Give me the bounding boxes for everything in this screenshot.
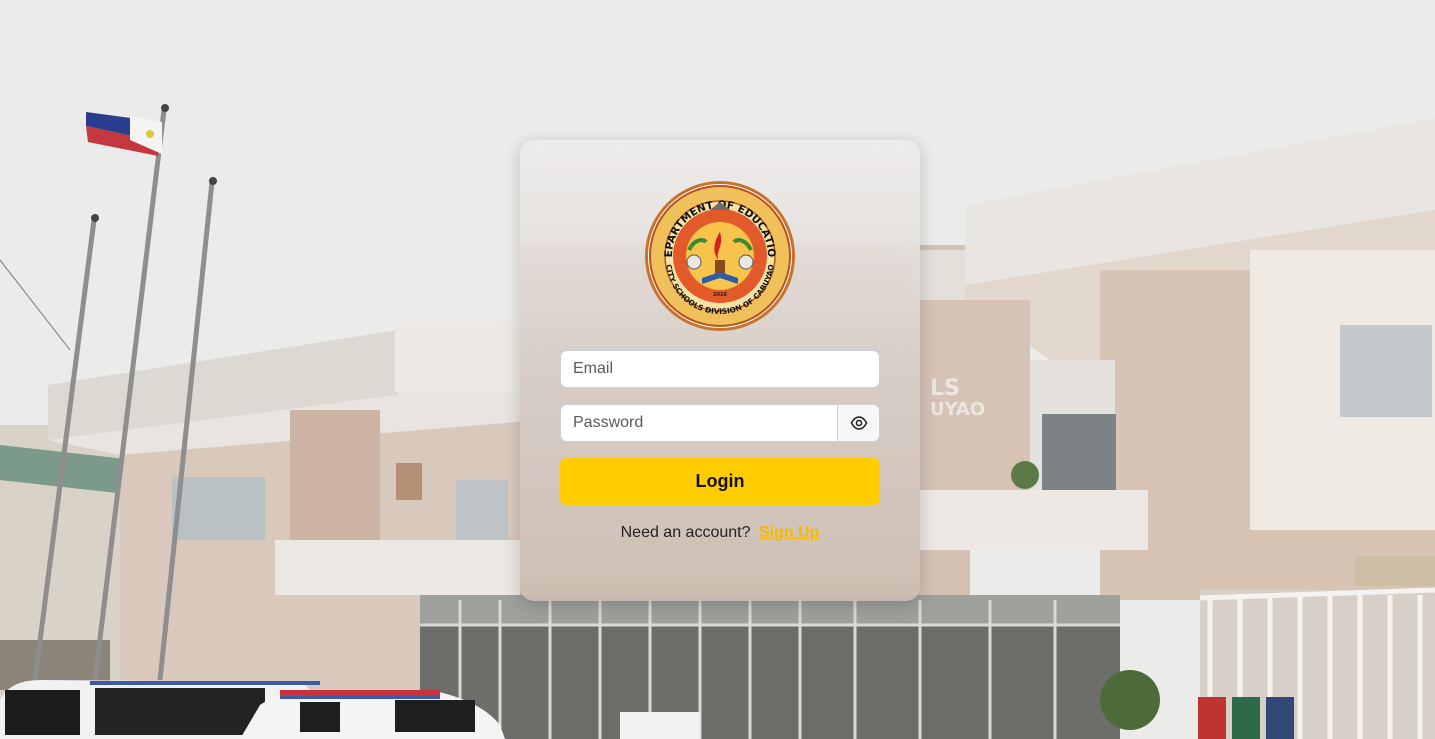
password-input[interactable] — [561, 405, 839, 441]
seal-year: 2016 — [713, 292, 727, 298]
signup-link[interactable]: Sign Up — [759, 524, 819, 541]
signup-prompt: Need an account? — [620, 524, 751, 541]
eye-icon — [850, 416, 867, 430]
signup-row: Need an account? Sign Up — [520, 524, 920, 542]
svg-text:LS: LS — [930, 376, 960, 401]
login-card: DEPARTMENT OF EDUCATION CITY SCHOOLS DIV… — [520, 140, 920, 601]
svg-text:UYAO: UYAO — [930, 399, 985, 420]
deped-seal-logo: DEPARTMENT OF EDUCATION CITY SCHOOLS DIV… — [644, 180, 795, 331]
email-input[interactable] — [560, 350, 880, 388]
login-button[interactable]: Login — [560, 458, 880, 505]
password-field — [560, 404, 880, 442]
login-page: LS UYAO EPARTMENT F EDUCATIO CITY SCHOOL… — [0, 0, 1435, 739]
toggle-password-button[interactable] — [837, 405, 879, 441]
